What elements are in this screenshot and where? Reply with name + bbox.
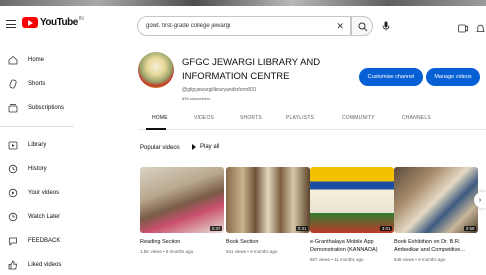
channel-handle: @gfgcjewargilibraryandinform831 [182,87,257,93]
manage-videos-button[interactable]: Manage videos [426,68,480,86]
history-icon [7,164,18,175]
video-duration: 0:37 [210,226,222,231]
video-card[interactable]: 0:37 Reading Section 1.5K views • 9 mont… [140,167,224,254]
clear-search-icon[interactable]: ✕ [336,21,344,32]
video-title[interactable]: Reading Section [140,238,224,246]
library-icon [7,140,18,151]
video-duration: 0:58 [464,226,476,231]
tab-videos[interactable]: VIDEOS [194,115,214,121]
tab-channels[interactable]: CHANNELS [402,115,431,121]
microphone-icon [382,21,390,31]
home-icon [7,55,18,66]
tab-home[interactable]: HOME [152,115,168,121]
video-thumbnail[interactable]: 0:31 [226,167,310,233]
sidebar-item-watch-later[interactable]: Watch Later [0,205,80,229]
sidebar-item-label: Liked videos [28,262,62,268]
video-duration: 3:01 [380,226,392,231]
video-title[interactable]: Book Exhibition on Dr. B.R. Ambedkar and… [394,238,478,254]
video-card[interactable]: 3:01 e-Granthalaya Mobile App Demonstrat… [310,167,394,262]
carousel-next-button[interactable]: › [474,192,486,208]
channel-title: GFGC JEWARGI LIBRARY AND INFORMATION CEN… [182,57,321,82]
youtube-play-icon [22,17,38,28]
video-meta: 1.5K views • 9 months ago [140,249,194,254]
sidebar-item-library[interactable]: Library [0,133,80,157]
sidebar-item-liked-videos[interactable]: Liked videos [0,253,80,275]
search-query: gowt. first-grade college jewargi [146,23,231,29]
video-duration: 0:31 [296,226,308,231]
sidebar-item-label: Shorts [28,81,46,87]
logo-country: IN [78,15,84,22]
youtube-logo[interactable]: YouTube IN [22,15,84,28]
video-meta: 867 views • 11 months ago [310,257,364,262]
chevron-right-icon: › [478,196,482,204]
section-title: Popular videos [140,145,180,151]
channel-avatar[interactable] [138,52,174,88]
search-icon [358,22,368,32]
voice-search-button[interactable] [378,16,394,36]
sidebar-item-label: Library [28,142,47,148]
sidebar-item-label: History [28,166,47,172]
video-thumbnail[interactable]: 0:37 [140,167,224,233]
video-card[interactable]: 0:58 Book Exhibition on Dr. B.R. Ambedka… [394,167,478,262]
tab-shorts[interactable]: SHORTS [240,115,262,121]
sidebar-item-subscriptions[interactable]: Subscriptions [0,96,80,120]
video-meta: 646 views • 9 months ago [394,257,446,262]
video-thumbnail[interactable]: 3:01 [310,167,394,233]
shorts-icon [7,79,18,90]
menu-icon[interactable] [6,20,16,28]
sidebar-item-home[interactable]: Home [0,48,80,72]
video-title[interactable]: e-Granthalaya Mobile App Demonstration (… [310,238,394,254]
video-card[interactable]: 0:31 Book Section 941 views • 9 months a… [226,167,310,254]
tab-playlists[interactable]: PLAYLISTS [286,115,314,121]
sidebar-item-label: Home [28,57,45,63]
watch-later-icon [7,212,18,223]
customise-channel-button[interactable]: Customise channel [359,68,423,86]
play-all-button[interactable]: Play all [192,144,219,150]
video-thumbnail[interactable]: 0:58 [394,167,478,233]
sidebar-item-history[interactable]: History [0,157,80,181]
channel-meta: 895 subscribers [182,96,211,101]
top-image-strip [0,0,486,6]
sidebar-divider [0,126,74,127]
sidebar-item-label: FEEDBACK [28,238,61,244]
active-tab-indicator [146,128,166,130]
video-meta: 941 views • 9 months ago [226,249,278,254]
masthead: YouTube IN gowt. first-grade college jew… [0,8,486,44]
logo-text: YouTube [40,17,78,28]
notifications-icon[interactable] [476,24,485,34]
play-icon [192,144,196,150]
your-videos-icon [7,188,18,199]
search-button[interactable] [351,16,373,36]
sidebar-item-label: Subscriptions [28,105,65,111]
search-input[interactable]: gowt. first-grade college jewargi ✕ [137,16,351,36]
subscriptions-icon [7,103,18,114]
sidebar: Home Shorts Subscriptions Library Histor… [0,48,80,275]
sidebar-item-shorts[interactable]: Shorts [0,72,80,96]
sidebar-item-feedback[interactable]: FEEDBACK [0,229,80,253]
liked-videos-icon [7,260,18,271]
feedback-icon [7,236,18,247]
play-all-label: Play all [200,144,220,150]
sidebar-item-label: Watch Later [28,214,61,220]
tab-community[interactable]: COMMUNITY [342,115,375,121]
sidebar-item-your-videos[interactable]: Your videos [0,181,80,205]
channel-tabs: HOME VIDEOS SHORTS PLAYLISTS COMMUNITY C… [138,110,486,130]
create-video-icon[interactable] [458,24,468,33]
sidebar-item-label: Your videos [28,190,60,196]
video-title[interactable]: Book Section [226,238,310,246]
